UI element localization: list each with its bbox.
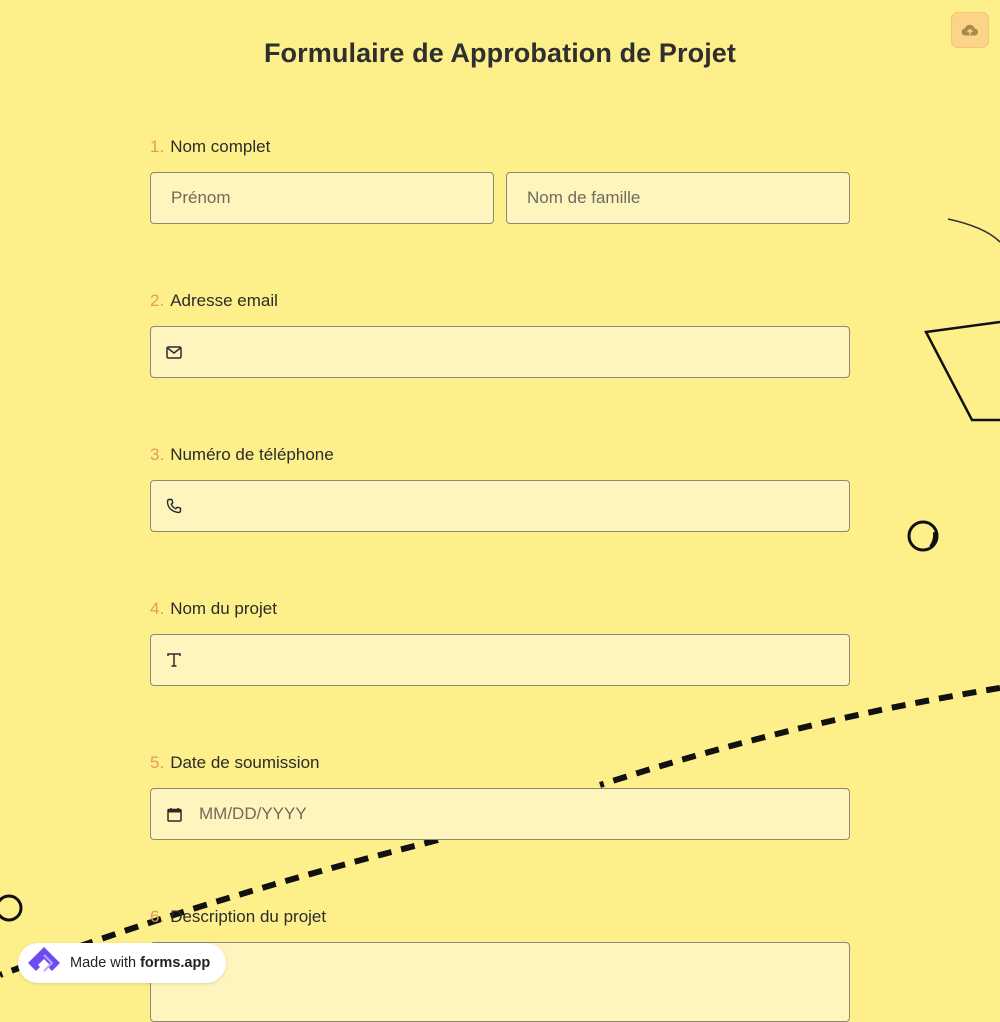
phone-icon [165,497,183,515]
last-name-placeholder: Nom de famille [527,188,641,207]
forms-app-logo-icon [24,943,64,983]
last-name-input[interactable]: Nom de famille [506,172,850,224]
question-number: 2. [150,291,165,310]
question-label: Nom du projet [170,599,277,618]
decor-arc [947,218,1000,243]
decor-circle [0,894,23,922]
page-title: Formulaire de Approbation de Projet [263,38,737,68]
question-project-description: 6. Description du projet [150,906,850,1022]
question-number: 5. [150,753,165,772]
first-name-input[interactable]: Prénom [150,172,494,224]
cloud-upload-icon [961,24,979,36]
question-number: 3. [150,445,165,464]
question-label: Date de soumission [170,753,320,772]
question-label: Description du projet [170,907,327,926]
date-field[interactable]: MM/DD/YYYY [150,788,850,840]
decor-circle [907,520,939,552]
first-name-placeholder: Prénom [171,188,231,207]
date-placeholder: MM/DD/YYYY [199,804,307,823]
phone-field[interactable] [150,480,850,532]
question-label: Adresse email [170,291,278,310]
mail-icon [165,343,183,361]
project-name-field[interactable] [150,634,850,686]
text-icon [165,651,183,669]
email-field[interactable] [150,326,850,378]
badge-brand: forms.app [140,955,211,971]
question-number: 6. [150,907,165,926]
made-with-badge[interactable]: Made with forms.app [18,943,226,983]
question-email: 2. Adresse email [150,290,850,378]
project-description-textarea[interactable] [150,942,850,1022]
question-submission-date: 5. Date de soumission MM/DD/YYYY [150,752,850,840]
question-label: Nom complet [170,137,271,156]
question-label: Numéro de téléphone [170,445,334,464]
decor-shape [924,320,1000,422]
question-full-name: 1. Nom complet Prénom Nom de famille [150,136,850,224]
question-project-name: 4. Nom du projet [150,598,850,686]
badge-prefix: Made with [70,955,137,971]
calendar-icon [165,805,183,823]
question-number: 4. [150,599,165,618]
question-phone: 3. Numéro de téléphone [150,444,850,532]
question-number: 1. [150,137,165,156]
